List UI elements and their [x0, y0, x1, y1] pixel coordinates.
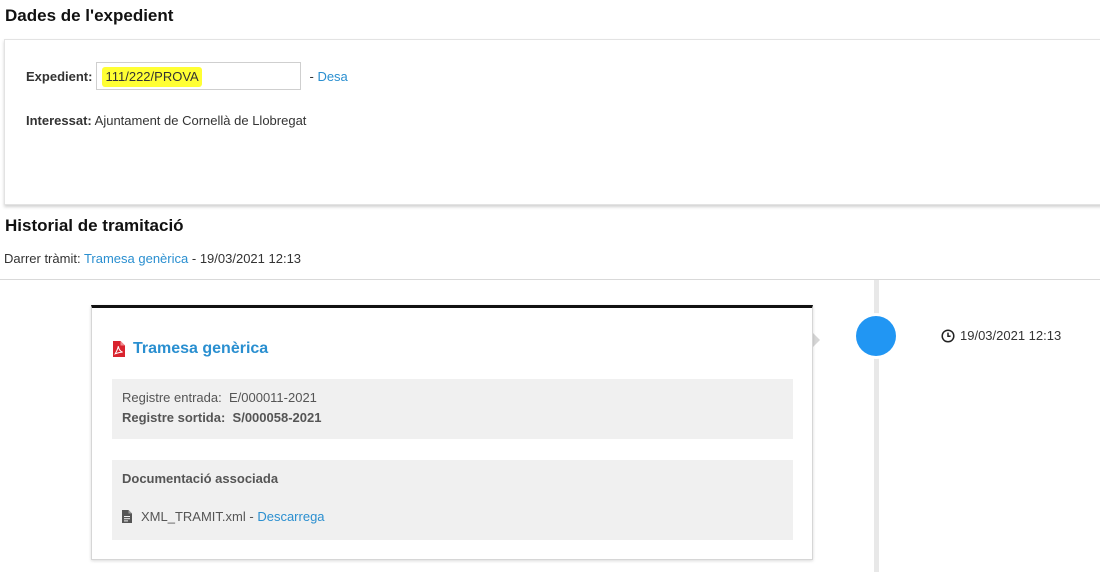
card-title-row: Tramesa genèrica [112, 340, 268, 358]
procedure-card: Tramesa genèrica Registre entrada: E/000… [91, 305, 813, 560]
expedient-input-value: 111/222/PROVA [102, 67, 202, 87]
registre-box: Registre entrada: E/000011-2021 Registre… [112, 379, 793, 439]
document-separator: - [249, 509, 254, 524]
pdf-icon [113, 341, 125, 357]
registre-sortida-value: S/000058-2021 [232, 410, 322, 425]
documentation-heading: Documentació associada [122, 471, 279, 486]
history-section-title: Historial de tramitació [5, 216, 184, 235]
file-icon [122, 510, 132, 523]
expedient-row: Expedient: 111/222/PROVA - Desa [26, 61, 348, 91]
last-procedure-date: - 19/03/2021 12:13 [191, 251, 302, 266]
expedient-input[interactable]: 111/222/PROVA [96, 62, 302, 90]
interessat-row: Interessat: Ajuntament de Cornellà de Ll… [26, 113, 306, 128]
timeline-dot [856, 316, 896, 356]
document-item: XML_TRAMIT.xml - Descarrega [122, 509, 325, 524]
interessat-label: Interessat: [26, 113, 92, 128]
section-divider [0, 279, 1100, 280]
expedient-label: Expedient: [26, 68, 93, 84]
interessat-value: Ajuntament de Cornellà de Llobregat [94, 113, 307, 128]
document-name: XML_TRAMIT.xml [141, 509, 246, 524]
timeline-date: 19/03/2021 12:13 [941, 328, 1061, 343]
save-separator: - [309, 68, 314, 84]
registre-sortida-label: Registre sortida: [122, 410, 226, 425]
registre-entrada-line: Registre entrada: E/000011-2021 [122, 390, 317, 405]
registre-entrada-label: Registre entrada: [122, 390, 222, 405]
registre-entrada-value: E/000011-2021 [228, 390, 317, 405]
download-link[interactable]: Descarrega [257, 509, 324, 524]
timeline-date-text: 19/03/2021 12:13 [960, 328, 1062, 343]
card-pointer [813, 333, 820, 347]
save-link[interactable]: Desa [317, 69, 347, 84]
save-group: - Desa [309, 69, 347, 84]
clock-icon [941, 328, 955, 343]
documentation-box: Documentació associada XML_TRAMIT.xml - … [112, 460, 793, 540]
last-procedure-label: Darrer tràmit: [4, 251, 81, 266]
registre-sortida-line: Registre sortida: S/000058-2021 [122, 410, 321, 425]
expedient-section-title: Dades de l'expedient [5, 6, 174, 25]
procedure-title-link[interactable]: Tramesa genèrica [133, 340, 268, 358]
last-procedure-link[interactable]: Tramesa genèrica [84, 251, 188, 266]
last-procedure-line: Darrer tràmit: Tramesa genèrica - 19/03/… [4, 251, 301, 266]
